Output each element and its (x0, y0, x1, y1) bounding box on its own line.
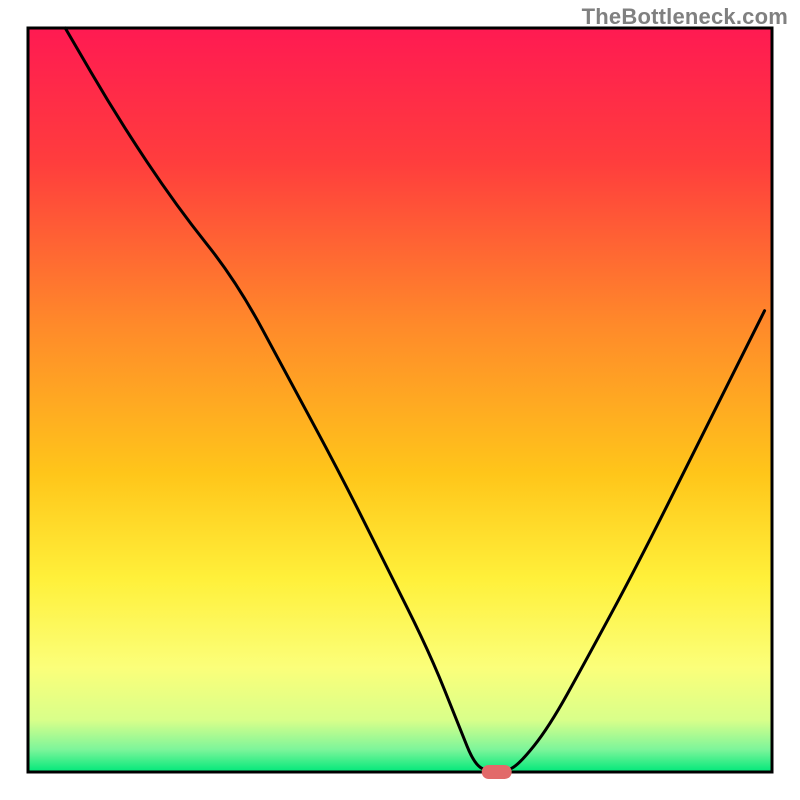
plot-area (28, 28, 772, 779)
bottleneck-chart: TheBottleneck.com (0, 0, 800, 800)
optimal-marker (482, 765, 512, 779)
chart-svg (0, 0, 800, 800)
gradient-background (28, 28, 772, 772)
watermark-text: TheBottleneck.com (582, 4, 788, 30)
